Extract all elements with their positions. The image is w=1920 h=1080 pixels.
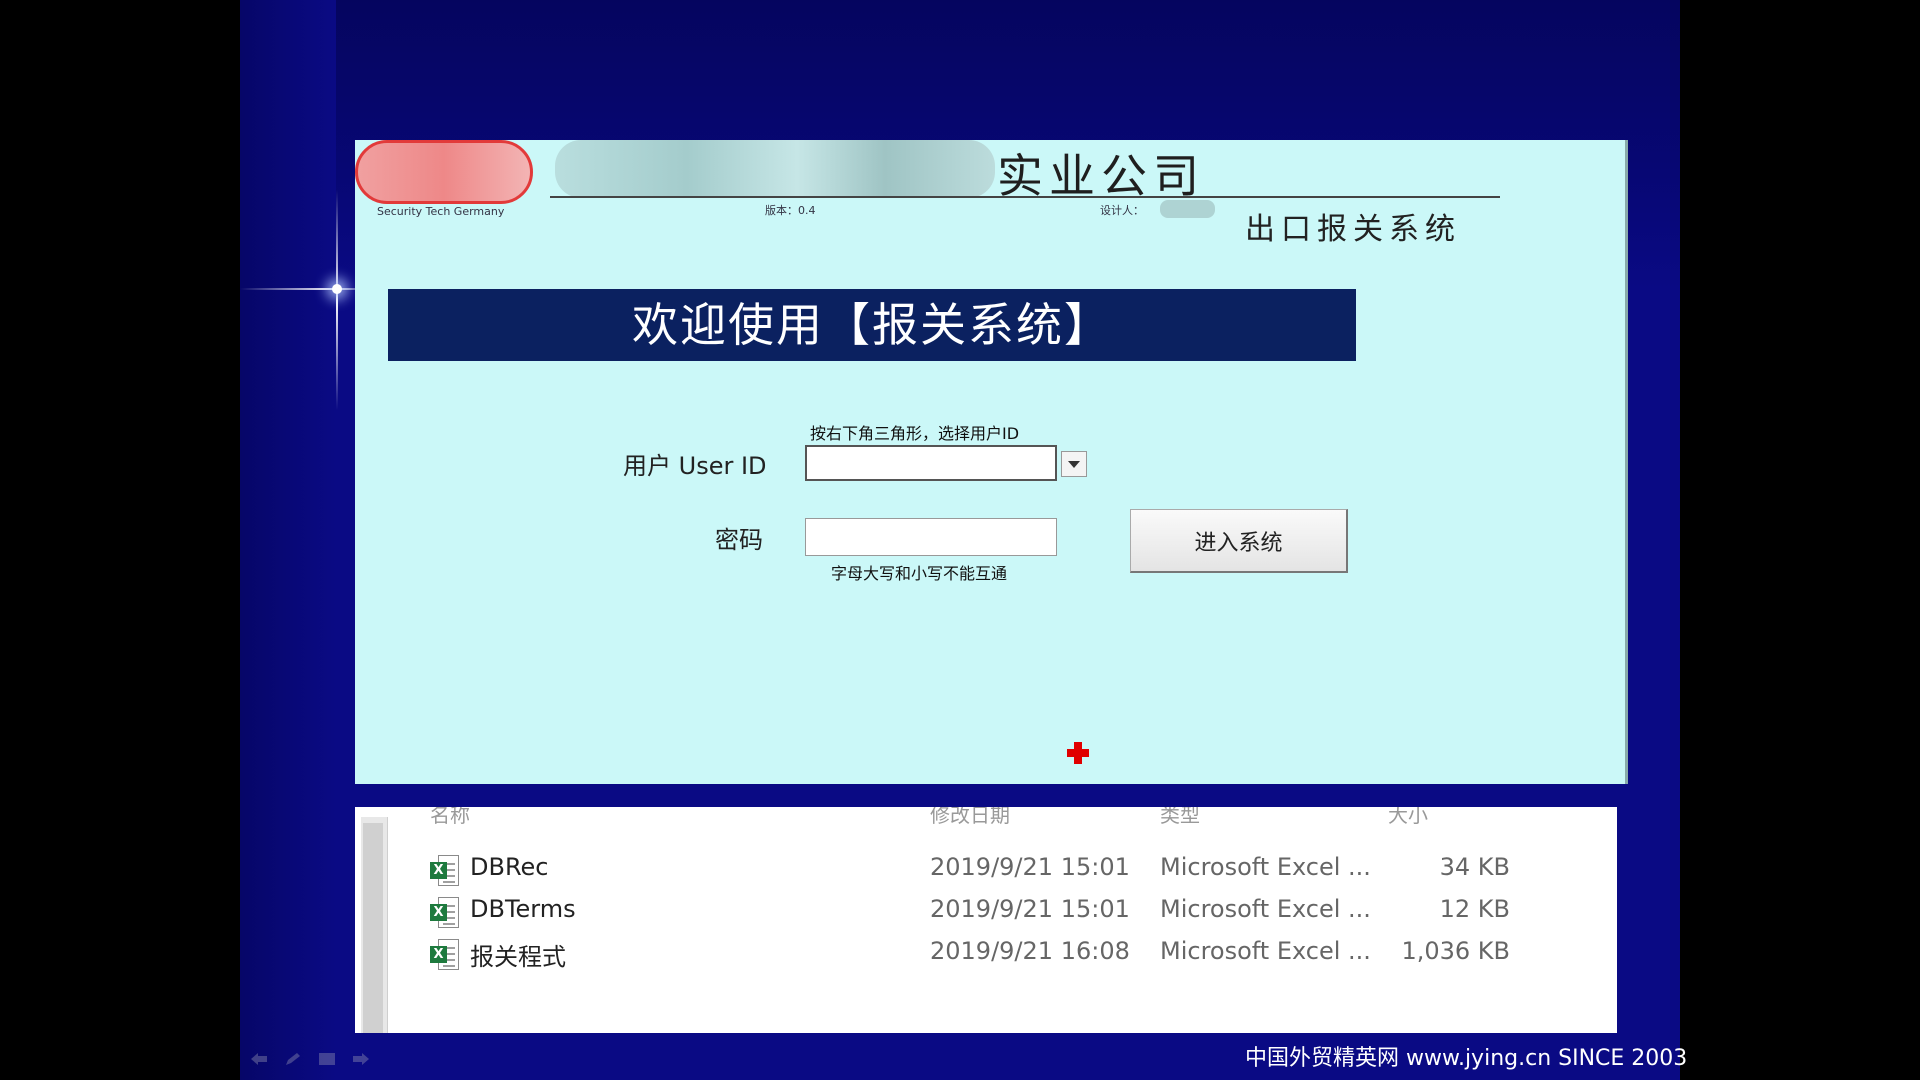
light-flare-vertical (336, 190, 338, 410)
column-header-name[interactable]: 名称 (430, 807, 470, 828)
password-hint: 字母大写和小写不能互通 (831, 564, 1008, 583)
slide-next-icon[interactable] (352, 1052, 370, 1066)
excel-file-icon: X (430, 855, 460, 887)
file-row-customs-program[interactable]: X 报关程式 2019/9/21 16:08 Microsoft Excel .… (430, 937, 1570, 973)
user-id-dropdown-button[interactable] (1061, 451, 1087, 477)
slide-pen-icon[interactable] (284, 1052, 302, 1066)
user-id-label: 用户 User ID (623, 452, 767, 480)
designer-name-blurred (1160, 200, 1215, 218)
excel-macro-file-icon: X (430, 939, 460, 971)
user-id-hint: 按右下角三角形，选择用户ID (810, 424, 1020, 443)
user-id-combobox[interactable] (805, 445, 1057, 481)
enter-system-button[interactable]: 进入系统 (1130, 509, 1348, 573)
password-label: 密码 (715, 526, 763, 554)
light-flare-horizontal (240, 288, 360, 290)
red-cross-cursor-icon (1067, 742, 1089, 764)
login-form-window: Security Tech Germany 实业公司 版本：0.4 设计人： 出… (355, 140, 1628, 784)
file-size: 12 KB (1439, 895, 1510, 923)
designer-label: 设计人： (1100, 204, 1144, 217)
file-name: DBRec (470, 853, 549, 881)
slide-menu-icon[interactable] (318, 1052, 336, 1066)
system-subtitle: 出口报关系统 (1245, 212, 1461, 247)
file-type: Microsoft Excel ... (1160, 895, 1371, 923)
file-row-dbrec[interactable]: X DBRec 2019/9/21 15:01 Microsoft Excel … (430, 853, 1570, 889)
explorer-scrollbar[interactable] (361, 817, 388, 1033)
version-label: 版本：0.4 (765, 204, 816, 217)
explorer-scroll-thumb[interactable] (363, 823, 383, 1033)
file-modified: 2019/9/21 16:08 (930, 937, 1130, 965)
header-divider (550, 196, 1500, 198)
column-header-modified[interactable]: 修改日期 (930, 807, 1010, 828)
light-flare-center (332, 284, 342, 294)
file-name: 报关程式 (470, 943, 566, 971)
logo-subtitle: Security Tech Germany (377, 205, 505, 218)
file-modified: 2019/9/21 15:01 (930, 895, 1130, 923)
footer-watermark: 中国外贸精英网 www.jying.cn SINCE 2003 (1245, 1046, 1688, 1071)
company-name-blurred (555, 140, 995, 198)
dropdown-triangle-icon (1068, 460, 1080, 468)
company-logo-blurred (355, 140, 533, 204)
file-size: 34 KB (1439, 853, 1510, 881)
file-name: DBTerms (470, 895, 576, 923)
file-modified: 2019/9/21 15:01 (930, 853, 1130, 881)
column-header-size[interactable]: 大小 (1388, 807, 1428, 828)
excel-file-icon: X (430, 897, 460, 929)
file-type: Microsoft Excel ... (1160, 937, 1371, 965)
welcome-banner: 欢迎使用【报关系统】 (388, 289, 1356, 361)
slide-side-strip (240, 0, 336, 1080)
column-header-type[interactable]: 类型 (1160, 807, 1200, 828)
file-size: 1,036 KB (1401, 937, 1510, 965)
slide-prev-icon[interactable] (250, 1052, 268, 1066)
file-row-dbterms[interactable]: X DBTerms 2019/9/21 15:01 Microsoft Exce… (430, 895, 1570, 931)
file-type: Microsoft Excel ... (1160, 853, 1371, 881)
file-explorer-list: 名称 修改日期 类型 大小 X DBRec 2019/9/21 15:01 Mi… (355, 807, 1617, 1033)
password-input[interactable] (805, 518, 1057, 556)
